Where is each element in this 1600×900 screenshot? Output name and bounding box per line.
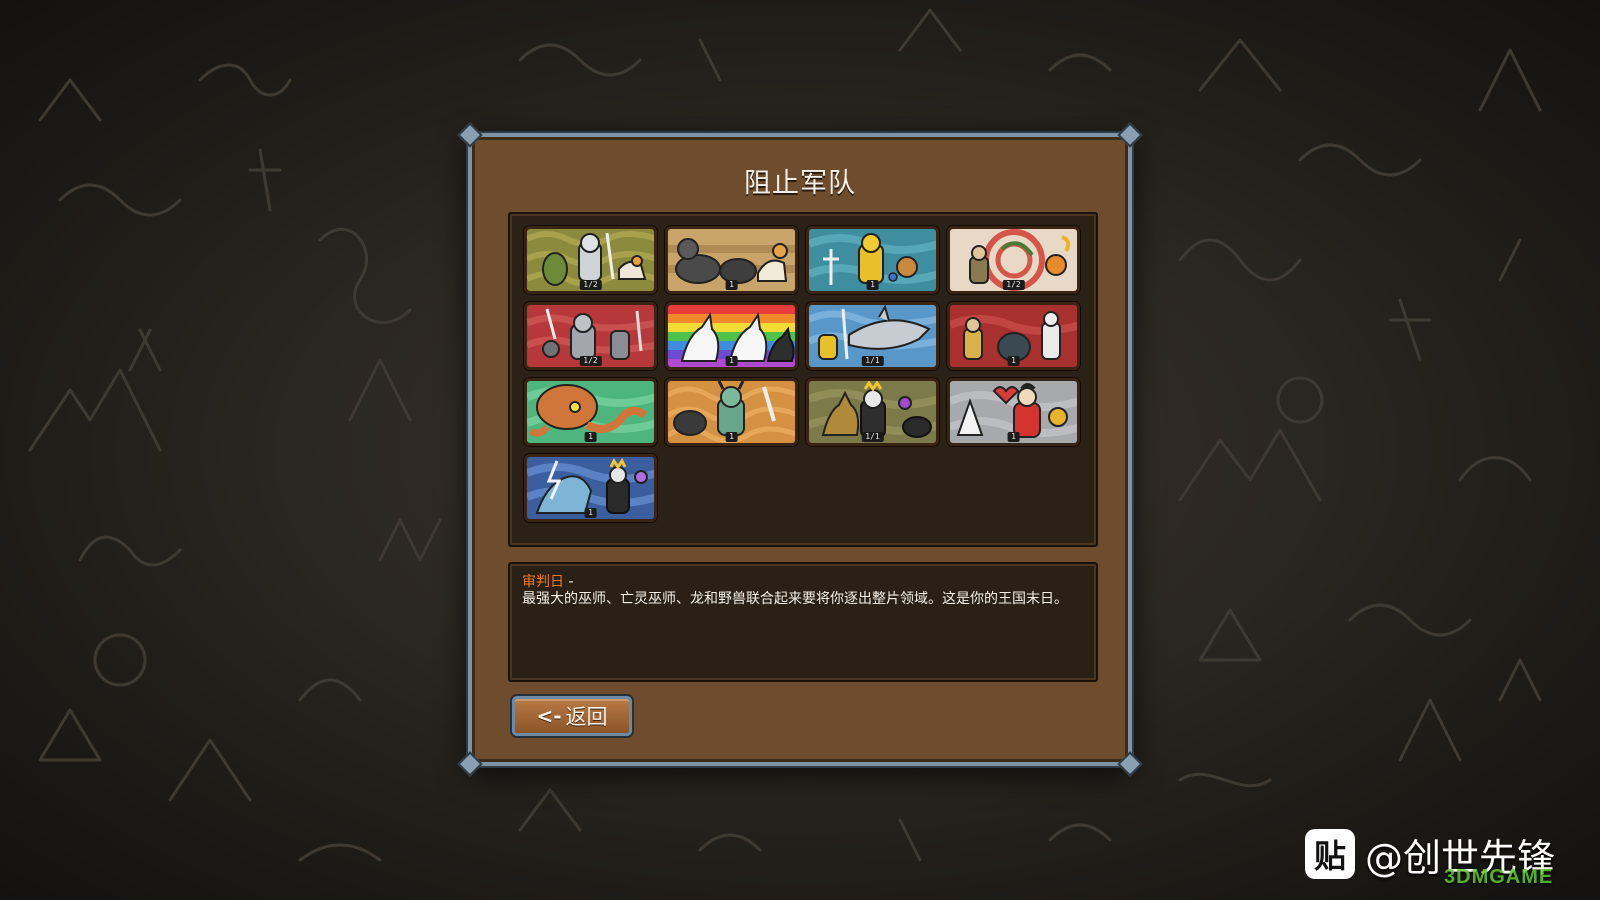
army-count: 1	[866, 280, 879, 290]
army-count: 1	[1007, 356, 1020, 366]
army-card-red-knights[interactable]: 1/2	[524, 302, 657, 370]
army-count: 1/2	[579, 280, 602, 290]
tieba-icon: 贴	[1305, 829, 1355, 879]
block-army-dialog: 阻止军队 1/2 1 1 1/2 1/2 1 1/1 1 1 1 1/1 1 1…	[457, 122, 1143, 777]
army-count: 1/2	[1002, 280, 1025, 290]
back-button-label: 返回	[565, 705, 608, 729]
description-dash: -	[564, 574, 574, 590]
army-card-rainbow-unicorns[interactable]: 1	[665, 302, 798, 370]
army-card-blue-shark[interactable]: 1/1	[806, 302, 939, 370]
army-card-grey-red-samurai[interactable]: 1	[947, 378, 1080, 446]
army-card-green-octopus[interactable]: 1	[524, 378, 657, 446]
army-card-teal-golden-knight[interactable]: 1	[806, 226, 939, 294]
army-count: 1	[725, 280, 738, 290]
description-panel: 审判日 - 最强大的巫师、亡灵巫师、龙和野兽联合起来要将你逐出整片领域。这是你的…	[508, 562, 1098, 682]
army-count: 1/1	[861, 432, 884, 442]
army-count: 1	[725, 432, 738, 442]
dialog-title: 阻止军队	[744, 168, 856, 199]
army-card-tan-cavalry[interactable]: 1	[665, 226, 798, 294]
back-arrow-icon: <-	[536, 704, 562, 728]
army-count: 1/1	[861, 356, 884, 366]
description-title: 审判日	[522, 574, 564, 590]
army-grid-panel: 1/2 1 1 1/2 1/2 1 1/1 1 1 1 1/1 1 1	[508, 212, 1098, 547]
army-count: 1	[725, 356, 738, 366]
army-count: 1/2	[579, 356, 602, 366]
description-heading: 审判日 -	[522, 574, 1084, 591]
army-card-olive-knight[interactable]: 1/2	[524, 226, 657, 294]
army-count: 1	[584, 432, 597, 442]
army-card-blue-storm-king[interactable]: 1	[524, 454, 657, 522]
watermark-site: 3DMGAME	[1444, 866, 1554, 888]
army-grid: 1/2 1 1 1/2 1/2 1 1/1 1 1 1 1/1 1 1	[524, 226, 1080, 522]
back-button[interactable]: <- 返回	[512, 696, 632, 736]
army-card-red-swirl-archers[interactable]: 1/2	[947, 226, 1080, 294]
army-card-olive-necro-king[interactable]: 1/1	[806, 378, 939, 446]
description-body: 最强大的巫师、亡灵巫师、龙和野兽联合起来要将你逐出整片领域。这是你的王国末日。	[522, 591, 1068, 607]
army-count: 1	[584, 508, 597, 518]
army-card-red-dark-army[interactable]: 1	[947, 302, 1080, 370]
army-card-orange-demon[interactable]: 1	[665, 378, 798, 446]
army-count: 1	[1007, 432, 1020, 442]
